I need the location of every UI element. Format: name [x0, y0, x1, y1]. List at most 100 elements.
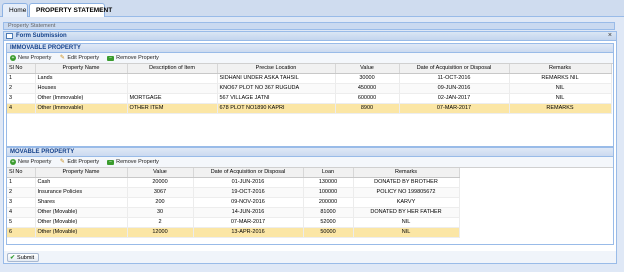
immovable-edit-property-button[interactable]: ✎ Edit Property: [59, 55, 99, 61]
cell-remarks: DONATED BY BROTHER: [353, 177, 460, 188]
cell-date: 19-OCT-2016: [193, 187, 304, 198]
cell-remarks: NIL: [353, 227, 460, 238]
cell-date: 14-JUN-2016: [193, 207, 304, 218]
cell-date: 07-MAR-2017: [193, 217, 304, 228]
immovable-new-property-button[interactable]: + New Property: [10, 55, 51, 61]
cell-description: [127, 83, 218, 94]
tab-property-statement[interactable]: PROPERTY STATEMENT ×: [29, 3, 112, 17]
cell-property-name: Insurance Policies: [35, 187, 128, 198]
cell-loan: 130000: [303, 177, 354, 188]
dialog-close-icon[interactable]: ×: [608, 32, 612, 39]
cell-description: MORTGAGE: [127, 93, 218, 104]
table-row-selected[interactable]: 4 Other (Immovable) OTHER ITEM 678 PLOT …: [7, 103, 612, 114]
cell-date: 11-OCT-2016: [399, 73, 510, 84]
cell-sl-no: 4: [7, 103, 36, 114]
dialog-footer: ✔ Submit: [3, 251, 617, 264]
background-panel: Property Statement: [3, 22, 615, 30]
col-loan[interactable]: Loan: [303, 168, 354, 178]
cell-sl-no: 1: [7, 73, 36, 84]
col-date[interactable]: Date of Acquisition or Disposal: [399, 64, 510, 74]
cell-value: 8900: [335, 103, 400, 114]
cell-remarks: NIL: [353, 217, 460, 228]
immovable-header-row: Sl No Property Name Description of Item …: [7, 64, 612, 74]
cell-loan: 52000: [303, 217, 354, 228]
col-remarks[interactable]: Remarks: [509, 64, 612, 74]
cell-property-name: Other (Movable): [35, 207, 128, 218]
background-panel-title: Property Statement: [8, 23, 56, 29]
tab-home[interactable]: Home: [2, 3, 28, 17]
col-value[interactable]: Value: [127, 168, 194, 178]
col-location[interactable]: Precise Location: [217, 64, 336, 74]
col-sl-no[interactable]: Sl No: [7, 64, 36, 74]
cell-sl-no: 5: [7, 217, 36, 228]
table-row[interactable]: 4 Other (Movable) 30 14-JUN-2016 81000 D…: [7, 207, 460, 218]
cell-value: 2: [127, 217, 194, 228]
col-remarks[interactable]: Remarks: [353, 168, 460, 178]
movable-toolbar: + New Property ✎ Edit Property − Remove …: [7, 157, 613, 168]
cell-location: KNO67 PLOT NO 367 RUGUDA: [217, 83, 336, 94]
remove-property-label: Remove Property: [116, 159, 159, 165]
immovable-remove-property-button[interactable]: − Remove Property: [107, 55, 159, 61]
table-row[interactable]: 2 Insurance Policies 3067 19-OCT-2016 10…: [7, 187, 460, 198]
table-row[interactable]: 1 Lands SIDHANI UNDER ASKA TAHSIL 30000 …: [7, 73, 612, 84]
cell-remarks: NIL: [509, 93, 612, 104]
col-sl-no[interactable]: Sl No: [7, 168, 36, 178]
edit-property-label: Edit Property: [67, 159, 100, 165]
table-row[interactable]: 3 Shares 200 09-NOV-2016 200000 KARVY: [7, 197, 460, 208]
cell-remarks: DONATED BY HER FATHER: [353, 207, 460, 218]
cell-sl-no: 3: [7, 93, 36, 104]
col-value[interactable]: Value: [335, 64, 400, 74]
cell-value: 12000: [127, 227, 194, 238]
submit-label: Submit: [17, 254, 35, 261]
new-property-label: New Property: [18, 55, 52, 61]
dialog-title: Form Submission: [16, 33, 67, 39]
tab-close-icon[interactable]: ×: [98, 4, 102, 17]
movable-property-section: MOVABLE PROPERTY + New Property ✎ Edit P…: [6, 147, 614, 245]
cell-description: OTHER ITEM: [127, 103, 218, 114]
cell-remarks: REMARKS NIL: [509, 73, 612, 84]
cell-location: 567 VILLAGE JATNI: [217, 93, 336, 104]
col-property-name[interactable]: Property Name: [35, 64, 128, 74]
cell-loan: 100000: [303, 187, 354, 198]
col-date[interactable]: Date of Acquisition or Disposal: [193, 168, 304, 178]
cell-property-name: Lands: [35, 73, 128, 84]
cell-property-name: Shares: [35, 197, 128, 208]
cell-date: 07-MAR-2017: [399, 103, 510, 114]
cell-date: 01-JUN-2016: [193, 177, 304, 188]
col-property-name[interactable]: Property Name: [35, 168, 128, 178]
dialog-header[interactable]: Form Submission ×: [4, 32, 616, 41]
cell-property-name: Other (Immovable): [35, 103, 128, 114]
cell-value: 30: [127, 207, 194, 218]
add-icon: +: [10, 159, 16, 165]
table-row[interactable]: 1 Cash 20000 01-JUN-2016 130000 DONATED …: [7, 177, 460, 188]
cell-sl-no: 4: [7, 207, 36, 218]
cell-date: 09-NOV-2016: [193, 197, 304, 208]
cell-description: [127, 73, 218, 84]
table-row-selected[interactable]: 6 Other (Movable) 12000 13-APR-2016 5000…: [7, 227, 460, 238]
movable-remove-property-button[interactable]: − Remove Property: [107, 159, 159, 165]
table-row[interactable]: 2 Houses KNO67 PLOT NO 367 RUGUDA 450000…: [7, 83, 612, 94]
cell-loan: 200000: [303, 197, 354, 208]
col-description[interactable]: Description of Item: [127, 64, 218, 74]
cell-sl-no: 2: [7, 83, 36, 94]
movable-new-property-button[interactable]: + New Property: [10, 159, 51, 165]
cell-property-name: Cash: [35, 177, 128, 188]
checkmark-icon: ✔: [10, 255, 16, 261]
cell-value: 200: [127, 197, 194, 208]
table-row[interactable]: 3 Other (Immovable) MORTGAGE 567 VILLAGE…: [7, 93, 612, 104]
table-row[interactable]: 5 Other (Movable) 2 07-MAR-2017 52000 NI…: [7, 217, 460, 228]
submit-button[interactable]: ✔ Submit: [7, 253, 40, 262]
form-icon: [6, 33, 13, 39]
cell-property-name: Other (Immovable): [35, 93, 128, 104]
edit-property-label: Edit Property: [67, 55, 100, 61]
immovable-table: Sl No Property Name Description of Item …: [7, 64, 612, 114]
cell-date: 02-JAN-2017: [399, 93, 510, 104]
cell-property-name: Houses: [35, 83, 128, 94]
cell-remarks: POLICY NO 199805672: [353, 187, 460, 198]
pencil-icon: ✎: [59, 55, 65, 61]
cell-loan: 81000: [303, 207, 354, 218]
cell-value: 30000: [335, 73, 400, 84]
cell-value: 600000: [335, 93, 400, 104]
cell-value: 450000: [335, 83, 400, 94]
movable-edit-property-button[interactable]: ✎ Edit Property: [59, 159, 99, 165]
